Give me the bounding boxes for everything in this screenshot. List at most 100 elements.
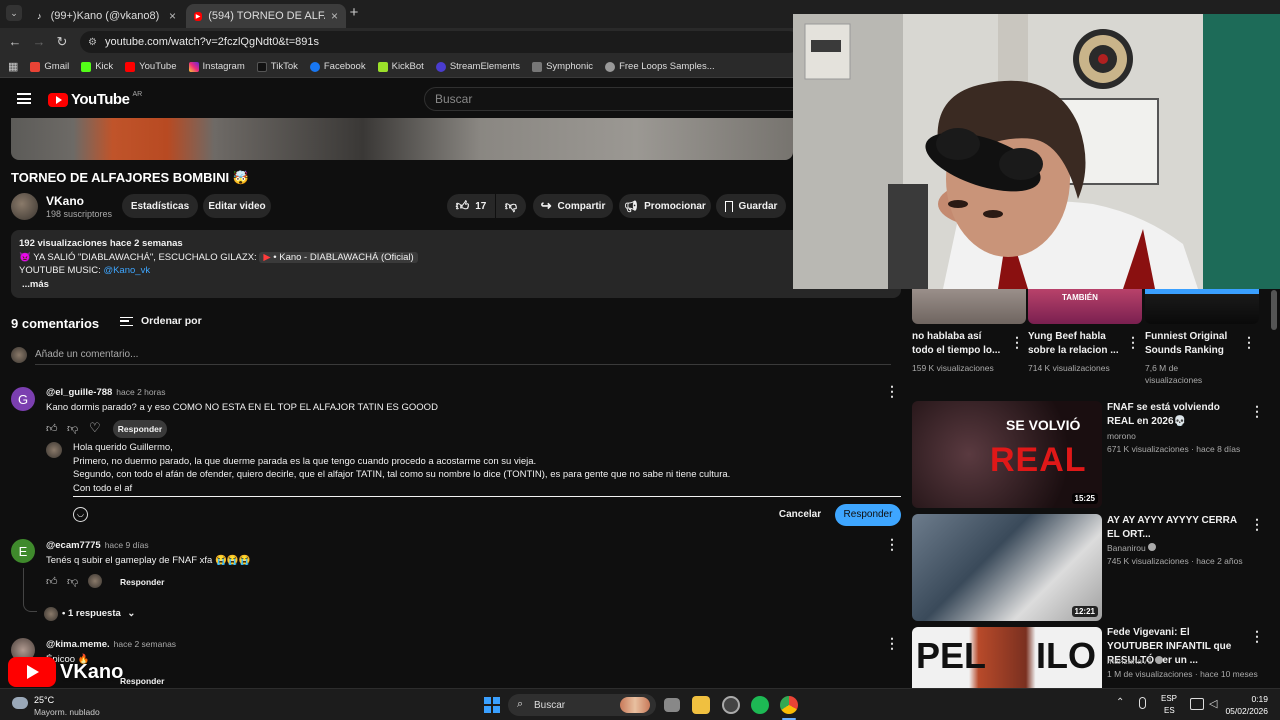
chevron-up-icon[interactable]: ⌃ [1116,697,1124,708]
bookmark-symphonic[interactable]: Symphonic [532,61,593,72]
video-thumbnail[interactable] [912,289,1026,324]
reload-icon[interactable]: ↻ [54,34,70,50]
channel-name[interactable]: morono [1107,430,1136,442]
bookmark-kickbot[interactable]: KickBot [377,61,424,72]
spotify-icon[interactable] [751,696,769,714]
more-options-icon[interactable]: ⋮ [1242,335,1256,349]
site-info-icon[interactable]: ⚙ [88,37,97,48]
add-comment-input[interactable]: Añade un comentario... [35,349,138,360]
close-icon[interactable]: × [169,9,176,23]
apps-grid-icon[interactable]: ▦ [8,60,18,73]
reply-text-input[interactable]: Hola querido Guillermo, Primero, no duer… [73,441,833,495]
hamburger-menu-icon[interactable] [17,93,31,104]
reply-button[interactable]: Responder [113,420,167,438]
video-thumbnail[interactable]: SE VOLVIÓ REAL 15:25 [912,401,1102,508]
more-options-icon[interactable]: ⋮ [1250,404,1264,418]
more-options-icon[interactable]: ⋮ [1010,335,1024,349]
save-button[interactable]: Guardar [716,194,786,218]
video-thumbnail[interactable]: 12:21 [912,514,1102,621]
new-tab-button[interactable]: + [346,5,362,21]
logo-text: YouTube [71,91,130,108]
bookmark-youtube[interactable]: YouTube [125,61,177,72]
commenter-avatar[interactable]: E [11,539,35,563]
submit-reply-button[interactable]: Responder [835,504,901,526]
video-title[interactable]: Funniest Original Sounds Ranking [1145,330,1237,358]
more-options-icon[interactable]: ⋮ [1250,517,1264,531]
video-title[interactable]: FNAF se está volviendo REAL en 2026💀 [1107,401,1242,429]
emoji-icon[interactable]: ◡ [73,507,88,522]
commenter-avatar[interactable]: G [11,387,35,411]
taskbar-search[interactable]: ⌕ Buscar [508,694,656,716]
channel-avatar[interactable] [11,193,38,220]
bookmark-kick[interactable]: Kick [81,61,113,72]
bookmark-label: Kick [95,61,114,72]
heart-icon[interactable]: ♡ [89,420,101,436]
file-explorer-icon[interactable] [692,696,710,714]
app-icon[interactable] [722,696,740,714]
linked-video-chip[interactable]: ▶ • Kano - DIABLAWACHÁ (Oficial) [259,251,418,263]
thumbs-up-icon[interactable]: 👍︎ [46,422,58,435]
more-options-icon[interactable]: ⋮ [885,384,899,398]
microphone-icon[interactable] [1139,697,1146,709]
channel-link[interactable]: @Kano_vk [103,265,150,276]
thumbs-up-icon[interactable]: 👍︎ [46,575,58,588]
more-options-icon[interactable]: ⋮ [1250,629,1264,643]
cancel-button[interactable]: Cancelar [770,504,830,526]
video-thumbnail[interactable]: PEL ILO [912,627,1102,688]
bookmark-streamelements[interactable]: StreamElements [435,61,520,72]
dislike-button[interactable]: 👎︎ [496,194,526,218]
video-player[interactable] [11,118,793,160]
stats-button[interactable]: Estadísticas [122,194,198,218]
comment-author[interactable]: @kima.meme. hace 2 semanas [46,639,176,650]
bookmark-instagram[interactable]: Instagram [188,61,245,72]
more-options-icon[interactable]: ⋮ [1126,335,1140,349]
reply-button[interactable]: Responder [120,577,164,587]
close-icon[interactable]: × [331,9,338,23]
language-code[interactable]: ESP [1161,694,1177,703]
thumbs-down-icon[interactable]: 👎︎ [67,422,78,435]
comment-author[interactable]: @el_guille-788 hace 2 horas [46,387,165,398]
channel-name[interactable]: Bananirou [1107,542,1157,554]
scrollbar[interactable] [1271,290,1277,330]
channel-name[interactable]: manzanaV1 [1107,655,1163,667]
chrome-icon[interactable] [780,696,798,714]
share-button[interactable]: ↪ Compartir [533,194,613,218]
task-view-icon[interactable] [664,698,680,712]
promote-button[interactable]: 📢︎ Promocionar [619,194,711,218]
volume-icon[interactable]: ◁ [1209,697,1217,710]
comment-author[interactable]: @ecam7775 hace 9 días [46,540,149,551]
video-thumbnail[interactable] [1145,289,1259,324]
bookmark-tiktok[interactable]: TikTok [256,61,298,72]
like-button[interactable]: 👍︎ 17 [447,194,495,218]
video-title[interactable]: Yung Beef habla sobre la relacion ... [1028,330,1120,358]
bookmark-facebook[interactable]: Facebook [309,61,366,72]
youtube-logo[interactable]: YouTube AR [48,91,142,108]
network-icon[interactable] [1190,698,1204,710]
channel-name[interactable]: VKano [46,194,84,208]
video-title[interactable]: no hablaba así todo el tiempo lo... [912,330,1004,358]
address-bar[interactable]: ⚙ youtube.com/watch?v=2fczlQgNdt0&t=891s [80,31,800,53]
clock-time[interactable]: 0:19 [1224,694,1268,704]
windows-start-icon[interactable] [484,697,500,713]
video-description[interactable]: 192 visualizaciones hace 2 semanas 👿 YA … [11,230,901,298]
video-thumbnail[interactable]: TAMBIÉN [1028,289,1142,324]
bookmark-free-loops[interactable]: Free Loops Samples... [605,61,715,72]
video-title[interactable]: AY AY AYYY AYYYY CERRA EL ORT... [1107,514,1242,542]
tab-list-chevron-icon[interactable]: ⌄ [6,5,22,21]
bookmark-gmail[interactable]: Gmail [30,61,69,72]
bookmark-label: TikTok [270,61,298,72]
search-input[interactable]: Buscar [424,87,794,111]
view-replies-button[interactable]: • 1 respuesta ⌄ [62,608,135,619]
show-more-link[interactable]: ...más [19,278,893,292]
sort-button[interactable]: Ordenar por [120,315,202,327]
button-label: Editar video [208,200,266,212]
tab-tiktok[interactable]: ♪ (99+)Kano (@vkano8) | TikTok × [26,4,184,28]
thumbs-down-icon[interactable]: 👎︎ [67,575,78,588]
more-options-icon[interactable]: ⋮ [885,537,899,551]
edit-video-button[interactable]: Editar video [203,194,271,218]
forward-arrow-icon[interactable]: → [31,34,47,50]
more-options-icon[interactable]: ⋮ [885,636,899,650]
reply-button[interactable]: Responder [120,676,164,686]
tab-youtube[interactable]: ▶ (594) TORNEO DE ALFAJORES B × [186,4,346,28]
back-arrow-icon[interactable]: ← [7,34,23,50]
